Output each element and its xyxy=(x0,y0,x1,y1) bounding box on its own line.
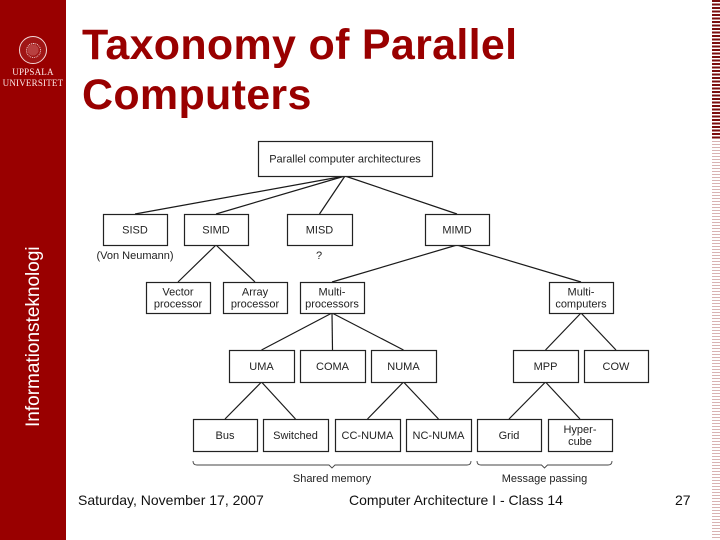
footer-date: Saturday, November 17, 2007 xyxy=(78,492,264,508)
taxonomy-diagram: Parallel computer architectures SISD SIMD M… xyxy=(96,140,650,485)
edge-numa-ccnuma xyxy=(367,381,404,420)
node-label: Vector xyxy=(162,287,194,299)
node-multiproc: Multi-processors xyxy=(299,281,366,315)
node-mimd: MIMD xyxy=(424,213,491,247)
edge-multicomp-mpp xyxy=(545,312,582,351)
node-label: processor xyxy=(231,299,280,311)
edge-mpp-hypercube xyxy=(545,381,581,420)
node-label: Multi- xyxy=(568,287,595,299)
node-simd: SIMD xyxy=(183,213,250,247)
edge-multiproc-coma xyxy=(331,312,334,351)
node-hypercube: Hyper-cube xyxy=(547,418,614,453)
node-coma: COMA xyxy=(299,349,367,384)
node-mpp: MPP xyxy=(512,349,580,384)
node-label: SIMD xyxy=(202,225,230,237)
annotation-misd-unknown: ? xyxy=(316,250,322,262)
node-label: COW xyxy=(603,361,631,373)
node-label: processor xyxy=(154,299,203,311)
edge-mimd-multicomp xyxy=(456,244,582,283)
edge-simd-vector xyxy=(177,244,217,283)
edge-mimd-multiproc xyxy=(331,244,458,283)
group-message-passing: Message passing xyxy=(476,460,613,485)
node-root: Parallel computer architectures xyxy=(257,140,434,178)
node-bus: Bus xyxy=(192,418,259,453)
node-label: processors xyxy=(305,299,359,311)
node-label: cube xyxy=(568,436,592,448)
node-label: Bus xyxy=(216,430,235,442)
node-label: MIMD xyxy=(442,225,471,237)
node-label: SISD xyxy=(122,225,148,237)
edge-mpp-grid xyxy=(508,381,546,420)
edge-multiproc-numa xyxy=(331,312,404,351)
node-label: Switched xyxy=(273,430,318,442)
node-label: UMA xyxy=(249,361,274,373)
node-misd: MISD xyxy=(286,213,354,247)
node-label: Grid xyxy=(499,430,520,442)
group-brace xyxy=(476,460,613,469)
node-switched: Switched xyxy=(262,418,330,453)
node-numa: NUMA xyxy=(370,349,438,384)
node-array: Arrayprocessor xyxy=(222,281,289,315)
node-ncnuma: NC-NUMA xyxy=(405,418,473,453)
edge-uma-switched xyxy=(261,381,296,420)
node-label: Parallel computer architectures xyxy=(269,154,421,166)
group-label: Message passing xyxy=(502,473,588,485)
edge-multicomp-cow xyxy=(580,312,617,351)
node-label: COMA xyxy=(316,361,350,373)
node-grid: Grid xyxy=(476,418,543,453)
node-uma: UMA xyxy=(228,349,296,384)
edge-multiproc-uma xyxy=(261,312,333,351)
node-label: NUMA xyxy=(387,361,420,373)
edge-uma-bus xyxy=(224,381,262,420)
node-ccnuma: CC-NUMA xyxy=(334,418,402,453)
node-multicomp: Multi-computers xyxy=(548,281,615,315)
edge-root-misd xyxy=(319,175,346,215)
slide-number: 27 xyxy=(675,492,691,508)
node-label: computers xyxy=(555,299,607,311)
edge-root-mimd xyxy=(344,175,458,215)
edge-simd-array xyxy=(215,244,256,283)
footer-course: Computer Architecture I - Class 14 xyxy=(349,492,563,508)
node-vector: Vectorprocessor xyxy=(145,281,212,315)
group-label: Shared memory xyxy=(293,473,372,485)
edge-root-simd xyxy=(215,175,346,215)
node-label: Hyper- xyxy=(563,424,596,436)
node-sisd: SISD xyxy=(102,213,169,247)
node-label: NC-NUMA xyxy=(413,430,466,442)
annotation-von-neumann: (Von Neumann) xyxy=(96,250,173,262)
node-cow: COW xyxy=(583,349,650,384)
node-label: Multi- xyxy=(319,287,346,299)
node-label: CC-NUMA xyxy=(342,430,395,442)
edge-numa-ncnuma xyxy=(403,381,439,420)
group-brace xyxy=(192,460,472,469)
node-label: MISD xyxy=(306,225,334,237)
node-label: Array xyxy=(242,287,269,299)
node-label: MPP xyxy=(534,361,558,373)
edge-root-sisd xyxy=(134,175,346,215)
group-shared-memory: Shared memory xyxy=(192,460,472,485)
